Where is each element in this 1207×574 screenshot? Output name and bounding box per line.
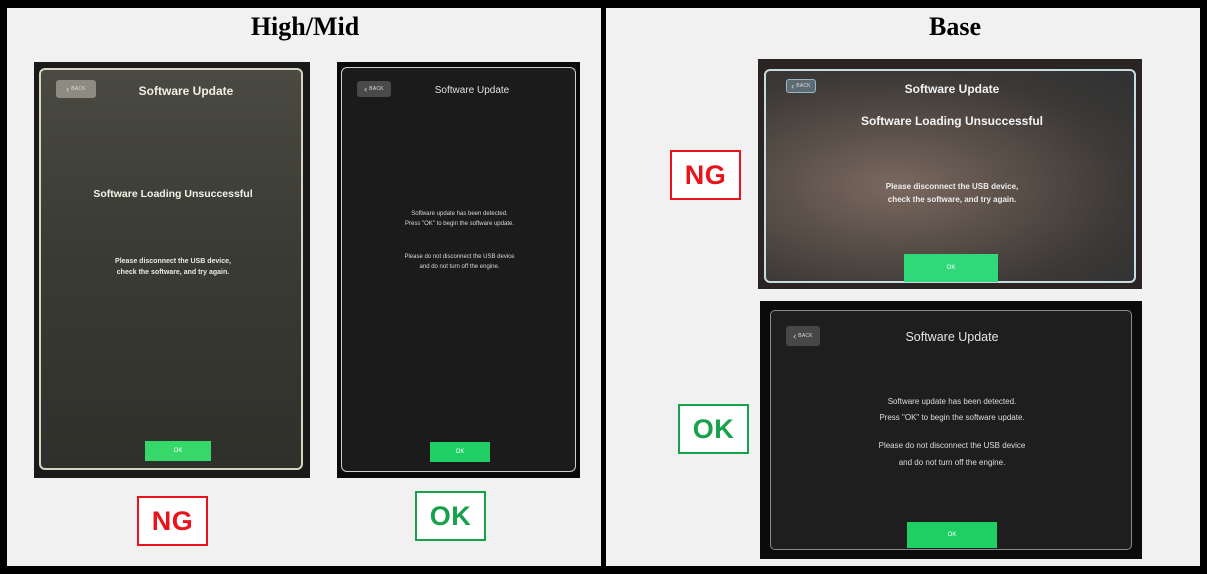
high-mid-ng-display: ‹ BACK Software Update Software Loading …: [39, 68, 303, 470]
error-heading: Software Loading Unsuccessful: [93, 188, 253, 200]
back-button[interactable]: ‹ BACK: [357, 81, 391, 97]
back-label: BACK: [798, 333, 813, 339]
high-mid-ng-label: NG: [137, 496, 208, 546]
back-label: BACK: [796, 83, 811, 89]
detected-line-2: Press "OK" to begin the software update.: [405, 221, 514, 227]
high-mid-ng-screen: ‹ BACK Software Update Software Loading …: [34, 62, 310, 478]
warning-line-1: Please do not disconnect the USB device: [404, 254, 515, 260]
error-message-line-2: check the software, and try again.: [887, 195, 1017, 204]
back-button[interactable]: ‹ BACK: [786, 79, 816, 93]
base-ng-screen: ‹ BACK Software Update Software Loading …: [758, 59, 1142, 289]
base-ng-display: ‹ BACK Software Update Software Loading …: [764, 69, 1136, 283]
base-ok-screen: ‹ BACK Software Update Software update h…: [760, 301, 1142, 559]
error-message-line-1: Please disconnect the USB device,: [115, 258, 231, 265]
chevron-left-icon: ‹: [791, 80, 795, 91]
error-heading: Software Loading Unsuccessful: [860, 114, 1044, 128]
back-label: BACK: [71, 86, 86, 92]
back-label: BACK: [369, 86, 384, 92]
screen-title: Software Update: [434, 85, 510, 96]
ok-button[interactable]: OK: [907, 522, 997, 548]
detected-line-1: Software update has been detected.: [411, 211, 508, 217]
detected-line-2: Press "OK" to begin the software update.: [879, 413, 1025, 422]
back-button[interactable]: ‹ BACK: [56, 80, 96, 98]
error-message-line-1: Please disconnect the USB device,: [885, 182, 1019, 191]
back-button[interactable]: ‹ BACK: [786, 326, 820, 346]
section-title-base: Base: [929, 12, 981, 41]
error-message-line-2: check the software, and try again.: [116, 269, 230, 276]
high-mid-ok-label: OK: [415, 491, 486, 541]
ok-button[interactable]: OK: [430, 442, 490, 462]
high-mid-ok-screen: ‹ BACK Software Update Software update h…: [337, 62, 580, 478]
warning-line-1: Please do not disconnect the USB device: [878, 441, 1026, 450]
screen-title: Software Update: [904, 82, 1000, 96]
ok-button[interactable]: OK: [145, 441, 211, 461]
ok-button[interactable]: OK: [904, 254, 998, 282]
chevron-left-icon: ‹: [793, 330, 797, 341]
warning-line-2: and do not turn off the engine.: [419, 264, 500, 270]
screen-title: Software Update: [905, 330, 999, 344]
chevron-left-icon: ‹: [364, 83, 368, 94]
section-title-high-mid: High/Mid: [250, 12, 360, 41]
high-mid-ok-display: ‹ BACK Software Update Software update h…: [341, 67, 576, 472]
base-ok-display: ‹ BACK Software Update Software update h…: [770, 310, 1132, 550]
detected-line-1: Software update has been detected.: [887, 397, 1017, 406]
warning-line-2: and do not turn off the engine.: [898, 458, 1006, 467]
chevron-left-icon: ‹: [66, 83, 70, 94]
base-ng-label: NG: [670, 150, 741, 200]
section-divider: [601, 0, 606, 574]
base-ok-label: OK: [678, 404, 749, 454]
screen-title: Software Update: [138, 84, 234, 98]
